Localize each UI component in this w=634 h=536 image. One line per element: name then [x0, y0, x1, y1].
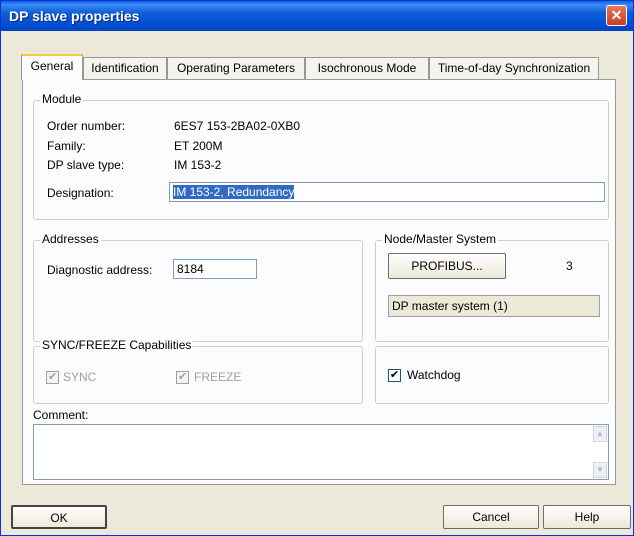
close-icon[interactable]: ✕ [606, 5, 627, 26]
dialog-window: DP slave properties ✕ General Identifica… [0, 0, 634, 536]
freeze-checkbox[interactable]: ✔ [176, 371, 189, 384]
node-number: 3 [566, 259, 573, 273]
watchdog-group: ✔ Watchdog [375, 346, 609, 404]
diagnostic-address-field[interactable]: 8184 [173, 259, 257, 279]
profibus-button[interactable]: PROFIBUS... [388, 253, 506, 279]
module-legend: Module [40, 92, 84, 106]
freeze-label: FREEZE [194, 370, 242, 384]
module-group: Module Order number: 6ES7 153-2BA02-0XB0… [33, 92, 609, 220]
watchdog-checkbox[interactable]: ✔ [388, 369, 401, 382]
watchdog-label: Watchdog [407, 368, 461, 382]
window-title: DP slave properties [9, 8, 140, 24]
comment-textarea[interactable] [33, 424, 609, 480]
cancel-button[interactable]: Cancel [443, 505, 539, 529]
diagnostic-address-label: Diagnostic address: [47, 263, 153, 277]
designation-value: IM 153-2, Redundancy [173, 185, 295, 199]
designation-field[interactable]: IM 153-2, Redundancy [169, 182, 605, 202]
tab-identification[interactable]: Identification [83, 57, 167, 79]
node-master-legend: Node/Master System [382, 232, 499, 246]
title-bar[interactable]: DP slave properties ✕ [1, 1, 633, 31]
help-button[interactable]: Help [543, 505, 631, 529]
tab-operating-parameters[interactable]: Operating Parameters [167, 57, 305, 79]
designation-label: Designation: [47, 186, 114, 200]
family-value: ET 200M [174, 139, 223, 153]
slave-type-label: DP slave type: [47, 158, 125, 172]
tab-general[interactable]: General [21, 54, 83, 80]
order-number-value: 6ES7 153-2BA02-0XB0 [174, 119, 301, 133]
comment-label: Comment: [33, 408, 89, 422]
tab-panel-general: Module Order number: 6ES7 153-2BA02-0XB0… [22, 79, 616, 485]
slave-type-value: IM 153-2 [174, 158, 222, 172]
sync-freeze-group: SYNC/FREEZE Capabilities ✔ SYNC ✔ FREEZE [33, 338, 363, 404]
tab-isochronous-mode[interactable]: Isochronous Mode [305, 57, 429, 79]
addresses-group: Addresses Diagnostic address: 8184 [33, 232, 363, 342]
tab-time-of-day-synchronization[interactable]: Time-of-day Synchronization [429, 57, 599, 79]
scroll-down-arrow-icon[interactable]: ▼ [593, 462, 607, 478]
master-system-field: DP master system (1) [388, 295, 600, 317]
family-label: Family: [47, 139, 86, 153]
scroll-up-arrow-icon[interactable]: ▲ [593, 426, 607, 442]
sync-freeze-legend: SYNC/FREEZE Capabilities [40, 338, 194, 352]
addresses-legend: Addresses [40, 232, 101, 246]
sync-checkbox[interactable]: ✔ [46, 371, 59, 384]
order-number-label: Order number: [47, 119, 126, 133]
sync-label: SYNC [63, 370, 97, 384]
node-master-group: Node/Master System PROFIBUS... 3 DP mast… [375, 232, 609, 342]
ok-button[interactable]: OK [11, 505, 107, 529]
